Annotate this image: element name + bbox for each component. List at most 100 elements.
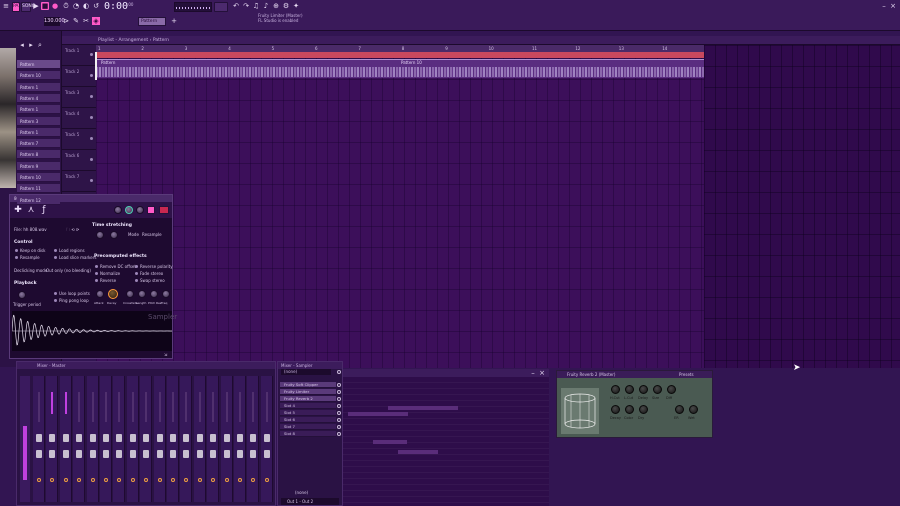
loop-record-icon[interactable]: ↺ (92, 2, 100, 10)
slice-icon[interactable]: ✂ (82, 17, 90, 25)
strip-route-icon[interactable] (171, 478, 175, 482)
pattern-selector[interactable]: Pattern (138, 17, 166, 26)
strip-route-icon[interactable] (184, 478, 189, 482)
timeline-ruler[interactable]: 1 2 3 4 5 6 7 8 9 10 11 12 13 14 (96, 45, 704, 52)
track-mute-icon[interactable] (90, 74, 93, 77)
browser-item[interactable]: Pattern 1 (17, 82, 60, 92)
strip-fader[interactable] (129, 434, 136, 442)
track-mute-icon[interactable] (90, 179, 93, 182)
mixer-strip[interactable] (113, 376, 126, 502)
strip-pan-fader[interactable] (76, 450, 83, 458)
browser-forward-icon[interactable]: ▸ (27, 41, 35, 49)
piano-roll-toolbar[interactable]: – × (343, 369, 549, 377)
redo-icon[interactable]: ↷ (242, 2, 250, 10)
reverse-check[interactable] (95, 279, 98, 282)
note-bar[interactable] (373, 440, 407, 444)
reverb-knob[interactable] (639, 405, 648, 414)
strip-pan-fader[interactable] (263, 450, 270, 458)
vol-knob[interactable] (125, 206, 133, 214)
strip-pan-fader[interactable] (89, 450, 96, 458)
note-bar[interactable] (398, 450, 438, 454)
note-bar[interactable] (388, 406, 458, 410)
mixer-strip[interactable] (126, 376, 139, 502)
insert-enable-icon[interactable] (337, 370, 341, 374)
track-mute-icon[interactable] (90, 95, 93, 98)
normalize-check[interactable] (95, 272, 98, 275)
piano-roll-area[interactable] (343, 369, 549, 506)
strip-fader[interactable] (156, 434, 163, 442)
slot-enable-icon[interactable] (337, 432, 341, 436)
slot-enable-icon[interactable] (337, 397, 341, 401)
strip-fader[interactable] (62, 434, 69, 442)
crossfade-knob[interactable] (126, 290, 134, 298)
strip-fader[interactable] (250, 434, 257, 442)
strip-fader[interactable] (196, 434, 203, 442)
slot-enable-icon[interactable] (337, 383, 341, 387)
strip-fader[interactable] (263, 434, 270, 442)
swap-stereo-check[interactable] (135, 279, 138, 282)
pr-min-icon[interactable]: – (529, 369, 537, 377)
track-header[interactable]: Track 5 (62, 129, 96, 150)
browser-item[interactable]: Pattern 1 (17, 105, 60, 115)
mul-knob[interactable] (110, 231, 118, 239)
reverse-polarity-check[interactable] (135, 265, 138, 268)
insert-slot[interactable]: Slot 7 (280, 424, 336, 430)
mixer-strip[interactable] (260, 376, 273, 502)
strip-fader[interactable] (210, 434, 217, 442)
playlist-grid-empty[interactable] (704, 45, 900, 368)
insert-slot[interactable]: Fruity Limiter (280, 389, 336, 395)
insert-preset-selector[interactable]: (none) (281, 369, 331, 375)
reverb-knob[interactable] (611, 385, 620, 394)
playhead[interactable] (95, 52, 97, 80)
inserts-title-bar[interactable]: Mixer - Sampler (278, 362, 342, 369)
load-slices-check[interactable] (54, 256, 57, 259)
plugin-icon[interactable]: ⚙ (282, 2, 290, 10)
strip-fader[interactable] (49, 434, 56, 442)
strip-route-icon[interactable] (157, 478, 162, 482)
track-header[interactable]: Track 6 (62, 150, 96, 171)
strip-fader[interactable] (183, 434, 190, 442)
close-icon[interactable]: × (889, 2, 897, 10)
insert-output-selector[interactable]: Out 1 - Out 2 (281, 498, 339, 505)
mixer-strip[interactable] (180, 376, 193, 502)
reverb-knob[interactable] (639, 385, 648, 394)
tools-icon[interactable]: ✦ (292, 2, 300, 10)
countdown-icon[interactable]: ◐ (82, 2, 90, 10)
slot-enable-icon[interactable] (337, 425, 341, 429)
reverb-knob[interactable] (611, 405, 620, 414)
menu-icon[interactable]: ≡ (2, 2, 10, 10)
note-bar[interactable] (348, 412, 408, 416)
mixer-strip[interactable] (73, 376, 86, 502)
insert-slot[interactable]: Fruity Reverb 2 (280, 396, 336, 402)
play-icon[interactable]: ▶ (32, 2, 40, 10)
channel-number[interactable] (147, 206, 155, 214)
mixer-strip[interactable] (46, 376, 59, 502)
strip-pan-fader[interactable] (103, 450, 109, 458)
strip-pan-fader[interactable] (49, 450, 56, 458)
browser-item[interactable]: Pattern (17, 60, 60, 69)
strip-pan-fader[interactable] (156, 450, 163, 458)
track-header[interactable]: Track 7 (62, 171, 96, 192)
use-loop-check[interactable] (54, 292, 57, 295)
strip-route-icon[interactable] (90, 478, 95, 482)
playlist-title-bar[interactable]: Playlist - Arrangement › Pattern (62, 36, 900, 45)
browser-item[interactable]: Pattern 10 (17, 71, 60, 81)
online-icon[interactable]: ⊕ (272, 2, 280, 10)
strip-fader[interactable] (116, 434, 123, 442)
mixer-track-button[interactable] (159, 206, 169, 214)
strip-pan-fader[interactable] (196, 450, 203, 458)
browser-item[interactable]: Pattern 10 (17, 173, 60, 182)
strip-route-icon[interactable] (37, 478, 41, 482)
reverb-knob[interactable] (625, 385, 634, 394)
strip-route-icon[interactable] (104, 478, 108, 482)
strip-pan-fader[interactable] (129, 450, 136, 458)
freq-knob[interactable] (162, 290, 170, 298)
fade-stereo-check[interactable] (135, 272, 138, 275)
trigger-knob[interactable] (18, 291, 26, 299)
reverb-knob[interactable] (625, 405, 634, 414)
track-header[interactable]: Track 1 (62, 45, 96, 66)
amp-knob[interactable] (114, 206, 122, 214)
tempo-display[interactable]: 130.000 (44, 17, 65, 26)
strip-route-icon[interactable] (238, 478, 242, 482)
song-mode-button[interactable]: SONG (21, 2, 35, 12)
